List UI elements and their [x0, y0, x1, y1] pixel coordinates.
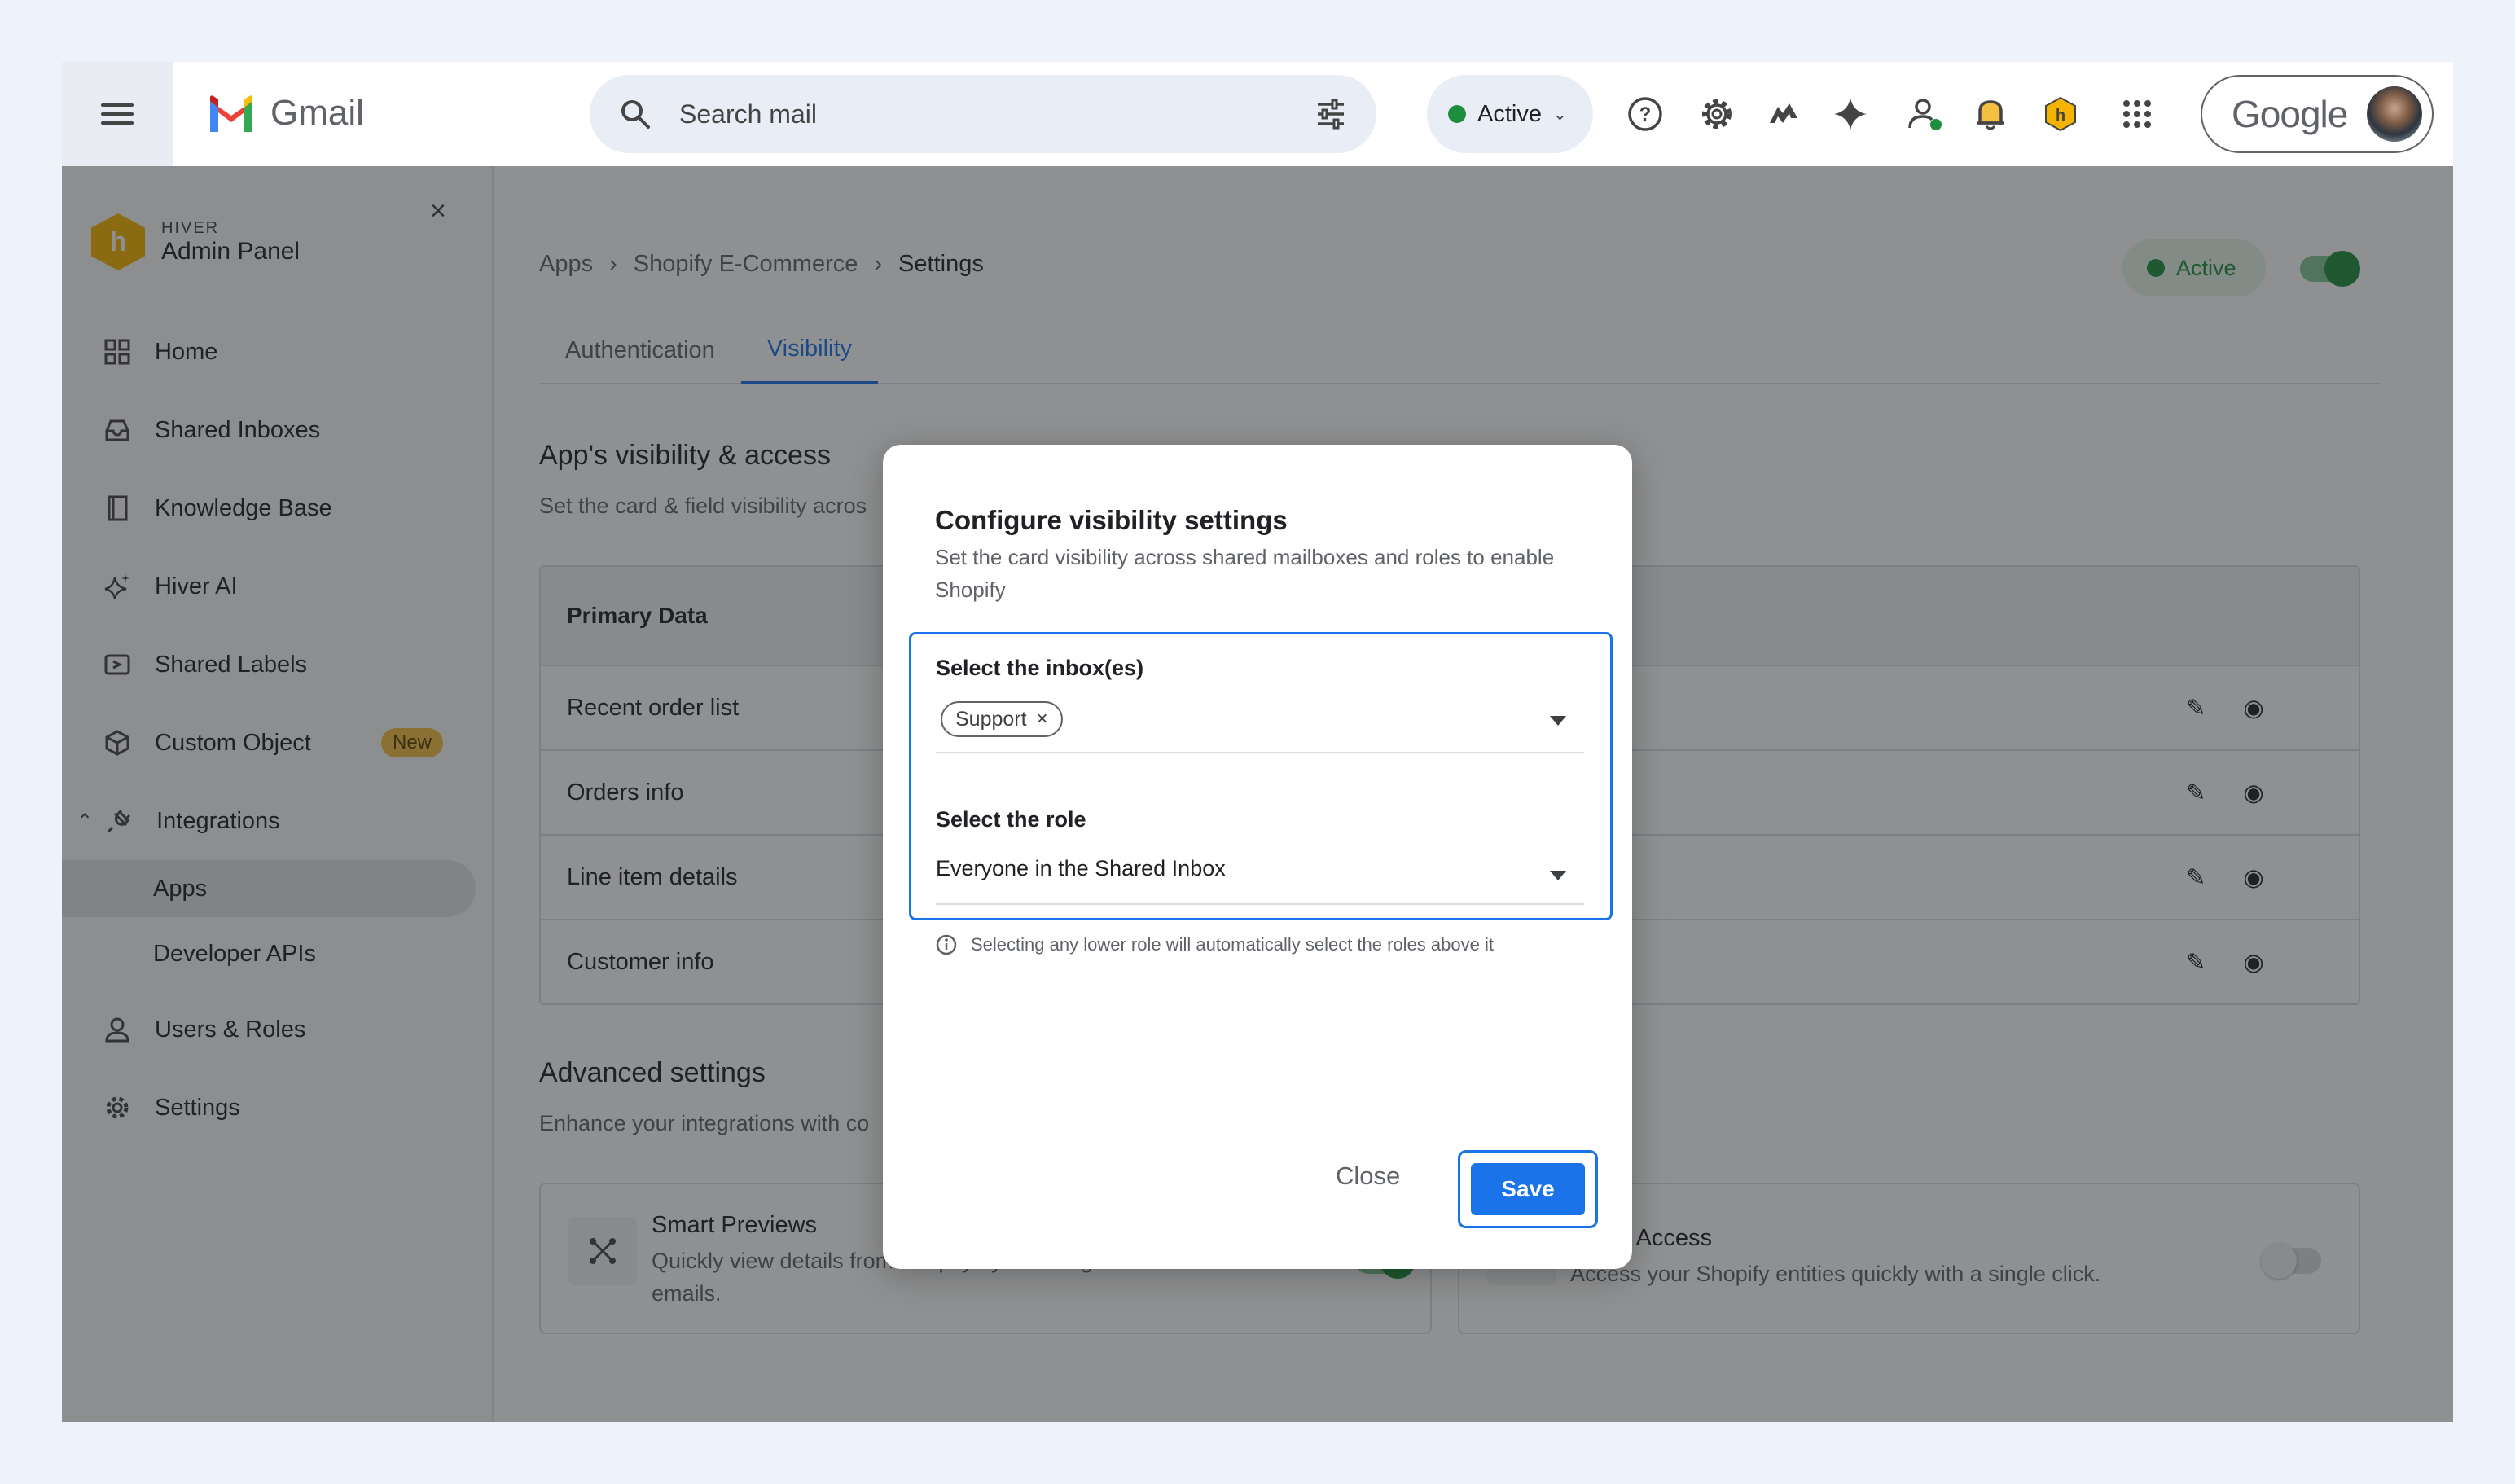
hiver-logo-icon[interactable]: h: [2033, 86, 2088, 142]
visibility-form: Select the inbox(es) Support × Select th…: [909, 632, 1613, 920]
help-icon[interactable]: ?: [1617, 86, 1673, 142]
role-value: Everyone in the Shared Inbox: [936, 856, 1226, 880]
dialog-description: Set the card visibility across shared ma…: [935, 545, 1555, 602]
save-button[interactable]: Save: [1471, 1163, 1585, 1215]
chevron-down-icon: ⌄: [1552, 105, 1567, 124]
search-icon[interactable]: [619, 98, 652, 130]
main-menu-button[interactable]: [62, 62, 173, 166]
gmail-m-icon: [210, 95, 252, 132]
hiver-apps-icon[interactable]: [1756, 86, 1811, 142]
sparkle-icon[interactable]: [1823, 86, 1878, 142]
hamburger-icon: [101, 103, 134, 125]
info-icon: [936, 934, 957, 955]
app-name: Gmail: [270, 93, 364, 133]
settings-gear-icon[interactable]: [1689, 86, 1745, 142]
hint-text: Selecting any lower role will automatica…: [971, 934, 1494, 955]
visibility-settings-dialog: Configure visibility settings Set the ca…: [883, 445, 1632, 1269]
avatar[interactable]: [2367, 86, 2422, 142]
inbox-chip-support[interactable]: Support ×: [941, 701, 1063, 737]
google-apps-grid-icon[interactable]: [2109, 86, 2165, 142]
gmail-logo[interactable]: Gmail: [207, 93, 364, 134]
svg-text:?: ?: [1639, 103, 1652, 125]
status-dropdown[interactable]: Active ⌄: [1427, 75, 1593, 153]
search-bar[interactable]: Search mail: [590, 75, 1376, 153]
search-input[interactable]: Search mail: [679, 99, 1315, 130]
role-field-label: Select the role: [936, 807, 1086, 832]
field-underline: [936, 752, 1584, 753]
status-dot: [1448, 105, 1466, 123]
role-hint: Selecting any lower role will automatica…: [935, 933, 1494, 956]
dialog-title: Configure visibility settings: [935, 505, 1288, 535]
field-underline: [936, 903, 1584, 905]
close-button[interactable]: Close: [1336, 1161, 1400, 1191]
dropdown-arrow-icon[interactable]: [1550, 871, 1566, 880]
google-wordmark: Google: [2232, 93, 2348, 135]
chip-label: Support: [955, 707, 1027, 731]
app-window: Gmail Search mail Active ⌄ ? h Google Co…: [62, 62, 2453, 1422]
status-label: Active: [1477, 100, 1542, 127]
save-button-focus-ring: Save: [1458, 1150, 1598, 1228]
search-options-icon[interactable]: [1315, 98, 1347, 130]
inbox-field-label: Select the inbox(es): [936, 656, 1144, 680]
google-account-button[interactable]: Google: [2201, 75, 2434, 153]
dropdown-arrow-icon[interactable]: [1550, 716, 1566, 726]
contact-status-icon[interactable]: [1898, 86, 1953, 142]
chip-remove-icon[interactable]: ×: [1037, 708, 1048, 731]
main-area: h HIVER Admin Panel × Home Shared Inboxe…: [62, 166, 2453, 1422]
svg-text:h: h: [2056, 107, 2065, 125]
notification-bell-icon[interactable]: [1963, 86, 2018, 142]
top-bar: Gmail Search mail Active ⌄ ? h Google: [62, 62, 2453, 166]
